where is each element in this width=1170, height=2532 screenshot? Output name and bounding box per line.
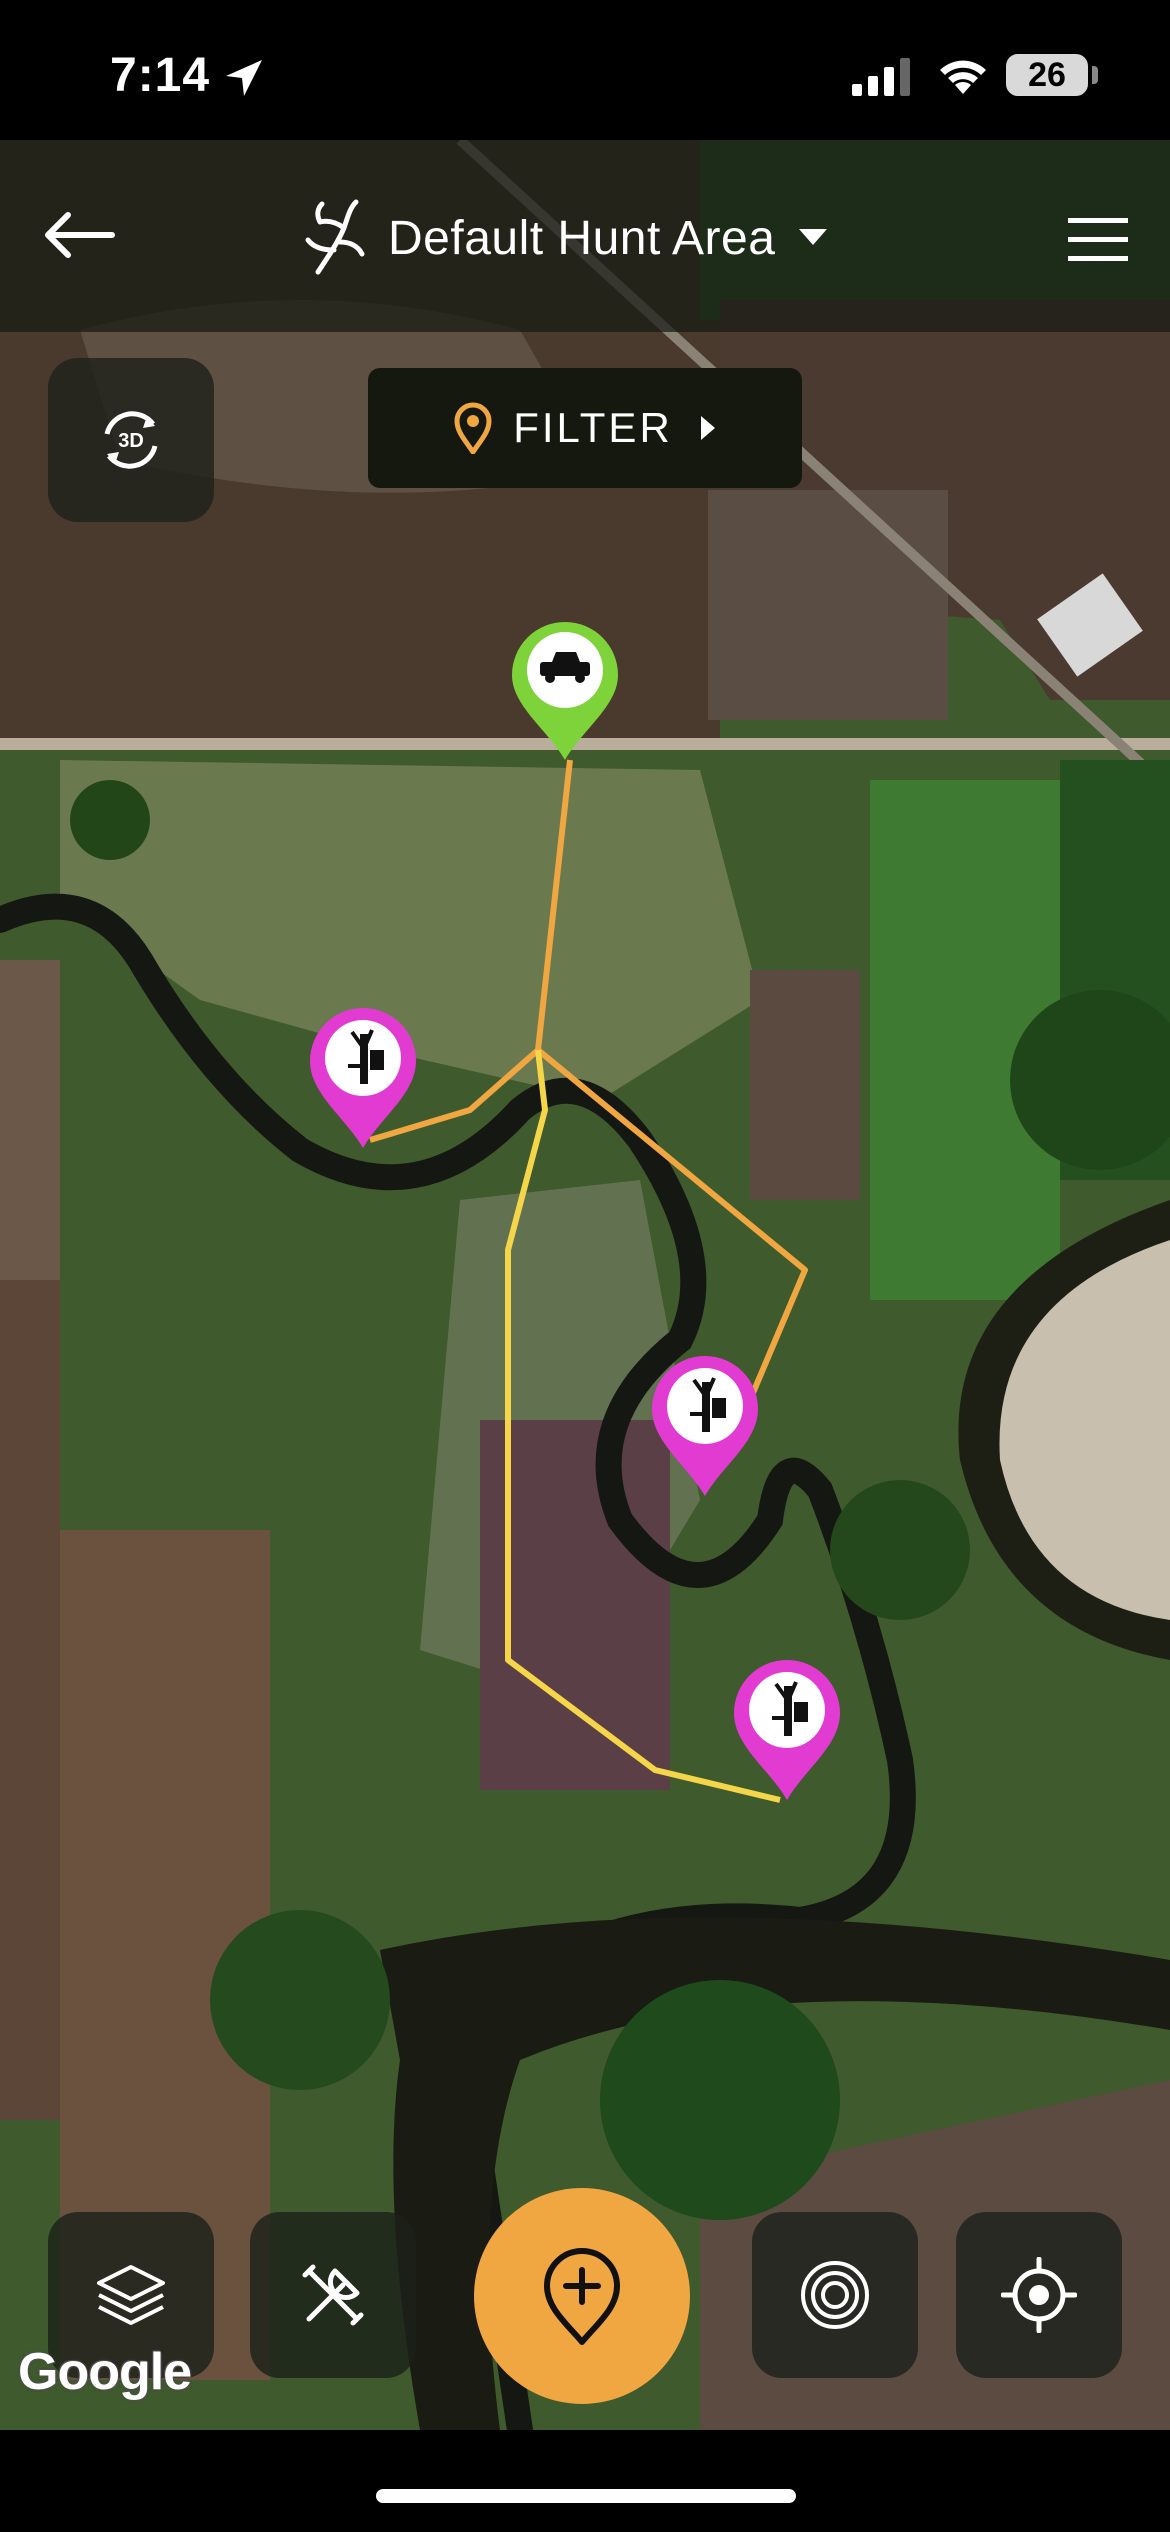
range-rings-icon: [801, 2261, 869, 2329]
google-attribution: Google: [18, 2343, 192, 2401]
3d-label: 3D: [118, 430, 144, 452]
tools-button[interactable]: [250, 2212, 416, 2378]
hunt-area-selector[interactable]: Default Hunt Area: [300, 196, 828, 280]
home-indicator[interactable]: [376, 2489, 796, 2503]
tools-icon: [302, 2264, 364, 2326]
battery-indicator: 26: [1006, 54, 1088, 96]
status-time: 7:14: [110, 49, 211, 102]
chevron-down-icon: [799, 229, 828, 245]
home-indicator-area: [0, 2430, 1170, 2532]
antler-logo-icon: [305, 199, 365, 275]
add-pin-button[interactable]: [474, 2188, 690, 2404]
crosshair-locate-icon: [1001, 2257, 1077, 2333]
cellular-signal-icon: [852, 58, 910, 96]
3d-view-button[interactable]: 3D: [48, 358, 214, 522]
hunt-area-title: Default Hunt Area: [388, 211, 776, 265]
layers-icon: [97, 2265, 165, 2325]
wifi-icon: [940, 60, 986, 94]
battery-cap: [1092, 66, 1098, 84]
hamburger-menu-icon[interactable]: [1064, 212, 1134, 266]
range-rings-button[interactable]: [752, 2212, 918, 2378]
chevron-right-icon: [700, 416, 715, 440]
locate-me-button[interactable]: [956, 2212, 1122, 2378]
location-arrow-icon: [226, 60, 262, 96]
status-bar: 7:14 26: [0, 0, 1170, 140]
3d-rotate-icon: 3D: [104, 411, 158, 469]
map-pin-icon: [454, 402, 492, 454]
add-pin-icon: [544, 2248, 620, 2345]
filter-button[interactable]: FILTER: [368, 368, 802, 488]
back-arrow-icon[interactable]: [40, 200, 120, 270]
filter-label: FILTER: [513, 404, 673, 451]
